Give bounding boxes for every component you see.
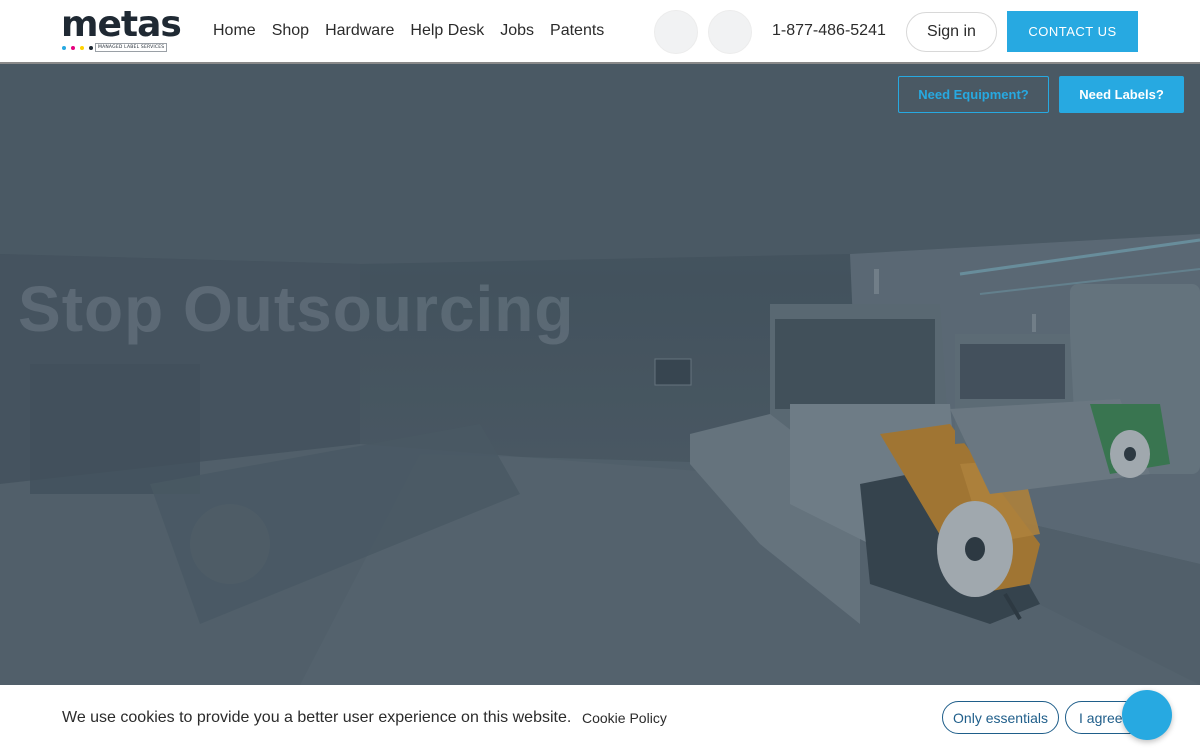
nav-patents[interactable]: Patents <box>550 21 604 41</box>
need-labels-button[interactable]: Need Labels? <box>1059 76 1184 113</box>
logo-dot-black <box>89 46 93 50</box>
nav-shop[interactable]: Shop <box>272 21 309 41</box>
logo-dots <box>62 46 93 50</box>
logo-dot-magenta <box>71 46 75 50</box>
cookie-banner: We use cookies to provide you a better u… <box>0 685 1200 750</box>
hero-overlay <box>0 64 1200 685</box>
logo-dot-blue <box>62 46 66 50</box>
search-icon-button[interactable] <box>654 10 698 54</box>
hero-title: Stop Outsourcing <box>18 273 575 345</box>
contact-us-button[interactable]: CONTACT US <box>1007 11 1138 52</box>
cookie-message: We use cookies to provide you a better u… <box>62 709 572 726</box>
sign-in-button[interactable]: Sign in <box>906 12 997 52</box>
nav-hardware[interactable]: Hardware <box>325 21 394 41</box>
nav-home[interactable]: Home <box>213 21 256 41</box>
metas-logo[interactable]: metas MANAGED LABEL SERVICES <box>61 5 182 55</box>
only-essentials-button[interactable]: Only essentials <box>942 701 1059 734</box>
logo-dot-yellow <box>80 46 84 50</box>
hero-section: Stop Outsourcing Need Equipment? Need La… <box>0 64 1200 685</box>
chat-icon[interactable] <box>1122 690 1172 740</box>
nav-help-desk[interactable]: Help Desk <box>410 21 484 41</box>
site-header: metas MANAGED LABEL SERVICES Home Shop H… <box>0 0 1200 64</box>
logo-wordmark: metas <box>61 4 182 45</box>
need-equipment-button[interactable]: Need Equipment? <box>898 76 1049 113</box>
cart-icon-button[interactable] <box>708 10 752 54</box>
nav-jobs[interactable]: Jobs <box>500 21 534 41</box>
page: metas MANAGED LABEL SERVICES Home Shop H… <box>0 0 1200 750</box>
phone-number[interactable]: 1-877-486-5241 <box>772 21 886 41</box>
main-nav: Home Shop Hardware Help Desk Jobs Patent… <box>213 21 604 41</box>
logo-tagline: MANAGED LABEL SERVICES <box>95 43 168 52</box>
cookie-policy-link[interactable]: Cookie Policy <box>582 709 667 727</box>
